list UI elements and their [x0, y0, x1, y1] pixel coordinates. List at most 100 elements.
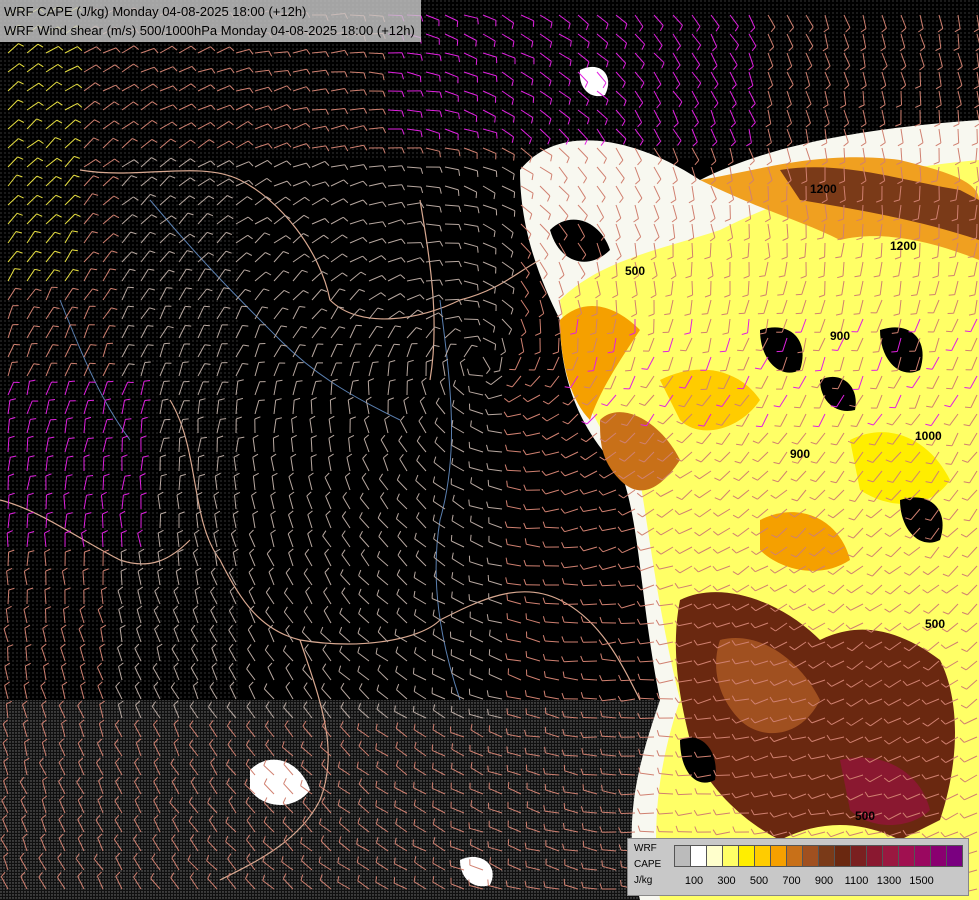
legend-swatch	[706, 845, 723, 867]
wind-barb	[919, 71, 922, 87]
wind-barb-feather	[475, 192, 478, 199]
contour-label: 500	[625, 264, 645, 278]
wind-barb-feather	[929, 294, 936, 296]
wind-barb	[178, 437, 181, 453]
wind-barb	[691, 280, 694, 296]
wind-barb-feather	[394, 781, 396, 788]
wind-barb-feather	[456, 20, 459, 27]
wind-barb-feather	[507, 781, 510, 789]
wind-barb-feather	[439, 75, 441, 82]
wind-barb	[601, 679, 617, 682]
wind-barb-feather	[372, 361, 379, 363]
legend-swatch	[802, 845, 819, 867]
wind-barb	[956, 204, 959, 220]
wind-barb	[272, 437, 275, 453]
wind-barb-feather	[163, 380, 170, 382]
wind-barb	[101, 532, 104, 548]
wind-barb-feather	[450, 610, 453, 617]
wind-barb-feather	[469, 648, 472, 656]
wind-barb-feather	[477, 18, 479, 25]
legend-swatch	[946, 845, 963, 867]
wind-barb	[102, 475, 105, 491]
wind-barb	[197, 456, 200, 472]
wind-barb-feather	[468, 499, 470, 506]
legend-swatch	[850, 845, 867, 867]
wind-barb-feather	[109, 362, 116, 365]
wind-barb-feather	[506, 746, 508, 753]
wind-barb-feather	[525, 651, 528, 658]
wind-barb	[715, 774, 731, 776]
cape-shear-map: 500 900 1200 500 1000 900 1200 500	[0, 0, 979, 900]
wind-barb-feather	[68, 437, 75, 439]
wind-barb-feather	[125, 418, 132, 420]
wind-barb-feather	[525, 708, 527, 715]
wind-barb	[601, 735, 617, 738]
wind-barb-feather	[948, 275, 955, 277]
wind-barb-feather	[296, 380, 303, 382]
wind-barb-feather	[394, 857, 396, 864]
wind-barb	[582, 773, 598, 776]
wind-barb	[329, 399, 332, 415]
legend-tick-label: 900	[814, 875, 834, 887]
wind-barb-feather	[470, 515, 472, 522]
wind-barb-feather	[506, 613, 508, 620]
wind-barb-feather	[620, 860, 622, 867]
legend-tick-label: 1100	[844, 875, 869, 887]
wind-barb	[178, 456, 181, 472]
legend-swatch	[818, 845, 835, 867]
wind-barb-feather	[203, 324, 210, 327]
wind-barb	[900, 90, 902, 106]
wind-barb-feather	[964, 406, 971, 409]
wind-barb-feather	[487, 879, 489, 886]
legend-swatch	[834, 845, 851, 867]
wind-barb-feather	[910, 313, 917, 315]
wind-barb-feather	[831, 425, 838, 428]
wind-barb	[620, 679, 636, 682]
legend-model: WRF	[634, 843, 657, 854]
wind-barb	[120, 532, 123, 548]
wind-barb-feather	[185, 305, 192, 308]
title-line-shear: WRF Wind shear (m/s) 500/1000hPa Monday …	[4, 23, 415, 38]
wind-barb	[544, 602, 560, 605]
wind-barb-feather	[755, 387, 762, 389]
wind-barb	[620, 622, 636, 624]
wind-barb-feather	[432, 762, 434, 769]
cape-legend: WRF CAPE J/kg 100 300 500 700 900 1100 1300 150…	[627, 838, 969, 896]
wind-barb	[311, 108, 327, 111]
wind-barb-feather	[106, 437, 113, 439]
wind-barb-feather	[945, 349, 952, 351]
wind-barb	[444, 298, 460, 301]
wind-barb-feather	[891, 351, 898, 353]
wind-barb	[639, 830, 655, 833]
wind-barb	[444, 260, 460, 263]
wind-barb-feather	[891, 370, 898, 372]
wind-barb-feather	[494, 344, 497, 351]
wind-barb-feather	[587, 370, 594, 372]
wind-barb-feather	[468, 879, 470, 886]
wind-barb-feather	[487, 765, 489, 772]
legend-swatch	[690, 845, 707, 867]
wind-barb-feather	[11, 361, 18, 363]
wind-barb-feather	[468, 575, 470, 582]
wind-barb-feather	[144, 399, 151, 401]
wind-barb	[487, 413, 503, 416]
wind-barb-feather	[506, 594, 508, 601]
wind-barb-feather	[469, 838, 472, 845]
wind-barb-feather	[68, 380, 76, 383]
contour-label: 900	[790, 447, 810, 461]
wind-barb-feather	[242, 325, 249, 327]
wind-barb-feather	[128, 325, 135, 327]
wind-barb	[444, 223, 460, 225]
wind-barb	[506, 469, 522, 472]
wind-barb-feather	[812, 425, 819, 428]
wind-barb	[563, 603, 579, 605]
wind-barb-feather	[147, 344, 154, 346]
wind-barb	[976, 223, 978, 239]
wind-barb-feather	[717, 387, 724, 390]
legend-swatch	[786, 845, 803, 867]
wind-barb-feather	[468, 708, 470, 715]
wind-barb-feather	[477, 284, 479, 291]
wind-barb-feather	[106, 418, 114, 421]
legend-ticks: 100 300 500 700 900 1100 1300 1500	[674, 875, 964, 889]
legend-swatch	[898, 845, 915, 867]
